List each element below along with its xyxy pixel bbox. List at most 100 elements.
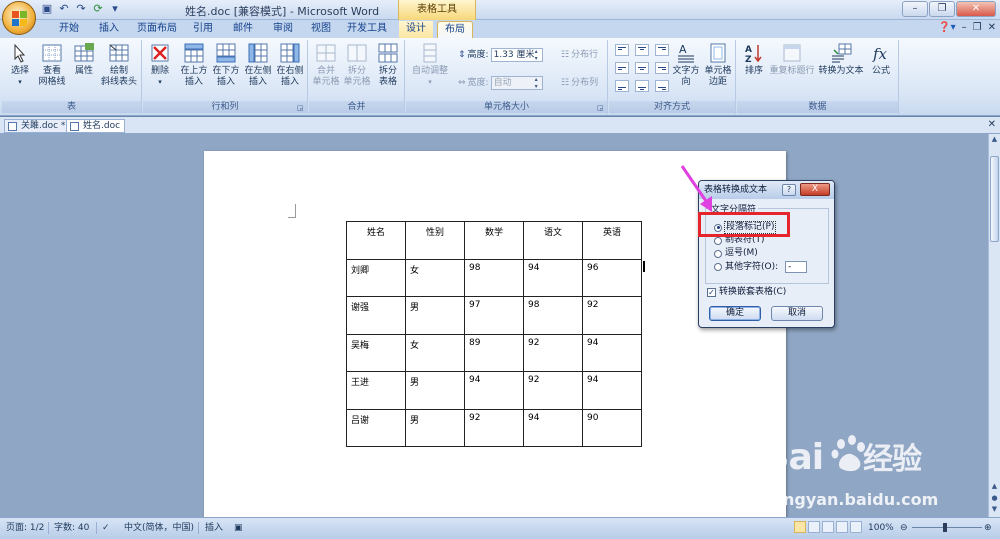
formula-button[interactable]: fx 公式 <box>867 42 895 77</box>
tab-page-layout[interactable]: 页面布局 <box>134 21 180 38</box>
tab-review[interactable]: 审阅 <box>266 21 300 38</box>
tab-view[interactable]: 视图 <box>304 21 338 38</box>
merge-cells-button[interactable]: 合并 单元格 <box>311 42 341 88</box>
tab-mailings[interactable]: 邮件 <box>226 21 260 38</box>
tab-home[interactable]: 开始 <box>52 21 86 38</box>
table-header-cell[interactable]: 数学 <box>464 221 524 260</box>
table-cell[interactable]: 98 <box>464 258 524 297</box>
insert-below-button[interactable]: 在下方 插入 <box>211 42 241 88</box>
split-cells-button[interactable]: 拆分 单元格 <box>342 42 372 88</box>
dialog-close-button[interactable]: X <box>800 183 830 196</box>
help-icon[interactable]: ❓▾ <box>938 22 955 33</box>
redo-icon[interactable]: ↷ <box>74 2 88 16</box>
table-cell[interactable]: 女 <box>405 258 465 297</box>
insert-above-button[interactable]: 在上方 插入 <box>179 42 209 88</box>
tab-layout[interactable]: 布局 <box>437 21 473 38</box>
tab-references[interactable]: 引用 <box>186 21 220 38</box>
print-layout-view-icon[interactable] <box>794 521 806 533</box>
table-cell[interactable]: 96 <box>582 258 642 297</box>
table-header-cell[interactable]: 英语 <box>582 221 642 260</box>
table-cell[interactable]: 吕谢 <box>346 408 406 447</box>
insert-right-button[interactable]: 在右侧 插入 <box>275 42 305 88</box>
insert-left-button[interactable]: 在左侧 插入 <box>243 42 273 88</box>
nested-tables-checkbox[interactable]: ✓ 转换嵌套表格(C) <box>707 287 786 298</box>
delete-button[interactable]: 删除 ▾ <box>147 42 173 88</box>
align-middle-right-icon[interactable] <box>655 62 669 74</box>
height-input[interactable]: 1.33 厘米 <box>490 48 543 62</box>
ribbon-close-icon[interactable]: ✕ <box>988 22 996 33</box>
select-browse-icon[interactable]: ● <box>990 494 999 503</box>
align-bottom-left-icon[interactable] <box>615 80 629 92</box>
close-icon[interactable]: ✕ <box>956 1 996 17</box>
align-top-center-icon[interactable] <box>635 44 649 56</box>
other-char-input[interactable]: - <box>785 261 808 273</box>
table-cell[interactable]: 王进 <box>346 371 406 410</box>
split-table-button[interactable]: 拆分 表格 <box>373 42 403 88</box>
status-page[interactable]: 页面: 1/2 <box>6 521 44 535</box>
cancel-button[interactable]: 取消 <box>771 306 823 321</box>
table-cell[interactable]: 94 <box>582 333 642 372</box>
tab-design[interactable]: 设计 <box>399 21 433 38</box>
table-header-cell[interactable]: 性别 <box>405 221 465 260</box>
zoom-slider-thumb[interactable] <box>943 523 947 532</box>
customize-qat-icon[interactable]: ▾ <box>108 2 122 16</box>
table-cell[interactable]: 92 <box>523 333 583 372</box>
table-cell[interactable]: 女 <box>405 333 465 372</box>
table-cell[interactable]: 谢强 <box>346 296 406 335</box>
prev-page-icon[interactable]: ▲ <box>990 482 999 491</box>
refresh-icon[interactable]: ⟳ <box>91 2 105 16</box>
table-cell[interactable]: 92 <box>582 296 642 335</box>
table-cell[interactable]: 94 <box>464 371 524 410</box>
table-cell[interactable]: 92 <box>523 371 583 410</box>
table-cell[interactable]: 男 <box>405 296 465 335</box>
text-direction-button[interactable]: A 文字方向 <box>669 42 703 88</box>
proofing-icon[interactable]: ✓ <box>102 521 110 535</box>
distribute-cols-button[interactable]: ☷ 分布列 <box>561 76 598 90</box>
align-top-left-icon[interactable] <box>615 44 629 56</box>
scroll-up-icon[interactable]: ▲ <box>990 135 999 144</box>
table-cell[interactable]: 男 <box>405 408 465 447</box>
table-cell[interactable]: 92 <box>464 408 524 447</box>
dialog-help-button[interactable]: ? <box>782 184 796 196</box>
distribute-rows-button[interactable]: ☷ 分布行 <box>561 48 598 62</box>
draft-view-icon[interactable] <box>850 521 862 533</box>
status-insert-mode[interactable]: 插入 <box>205 521 223 535</box>
select-button[interactable]: 选择 ▾ <box>6 42 34 88</box>
table-cell[interactable]: 89 <box>464 333 524 372</box>
table-cell[interactable]: 吴梅 <box>346 333 406 372</box>
zoom-slider[interactable] <box>912 527 982 528</box>
zoom-out-icon[interactable]: ⊖ <box>900 521 908 535</box>
office-button[interactable] <box>2 1 36 35</box>
repeat-header-button[interactable]: 重复标题行 <box>769 42 815 77</box>
cell-margins-button[interactable]: 单元格 边距 <box>702 42 734 88</box>
view-gridlines-button[interactable]: 查看 网格线 <box>36 42 68 88</box>
close-document-icon[interactable]: ✕ <box>988 119 996 130</box>
status-words[interactable]: 字数: 40 <box>54 521 89 535</box>
rows-cols-launcher-icon[interactable]: ◲ <box>297 104 305 112</box>
restore-icon[interactable]: ❐ <box>929 1 955 17</box>
align-bottom-center-icon[interactable] <box>635 80 649 92</box>
table-cell[interactable]: 94 <box>523 408 583 447</box>
cell-size-launcher-icon[interactable]: ◲ <box>597 104 605 112</box>
table-cell[interactable]: 98 <box>523 296 583 335</box>
align-top-right-icon[interactable] <box>655 44 669 56</box>
align-middle-left-icon[interactable] <box>615 62 629 74</box>
status-zoom[interactable]: 100% <box>868 521 894 535</box>
scroll-thumb[interactable] <box>990 156 999 242</box>
status-language[interactable]: 中文(简体，中国) <box>124 521 194 535</box>
doctab-xingming[interactable]: 姓名.doc <box>66 119 126 133</box>
table-cell[interactable]: 94 <box>582 371 642 410</box>
radio-other-char[interactable]: 其他字符(O): - <box>714 261 808 273</box>
properties-button[interactable]: 属性 <box>70 42 98 77</box>
align-middle-center-icon[interactable] <box>635 62 649 74</box>
document-table[interactable]: 姓名 性别 数学 语文 英语 刘卿 女 98 94 96 谢强 男 97 98 … <box>346 221 642 447</box>
tab-developer[interactable]: 开发工具 <box>342 21 392 38</box>
table-cell[interactable]: 90 <box>582 408 642 447</box>
macro-record-icon[interactable]: ▣ <box>234 521 243 535</box>
next-page-icon[interactable]: ▼ <box>990 505 999 514</box>
zoom-in-icon[interactable]: ⊕ <box>984 521 992 535</box>
table-cell[interactable]: 男 <box>405 371 465 410</box>
ribbon-restore-icon[interactable]: ❐ <box>973 22 982 33</box>
save-icon[interactable]: ▣ <box>40 2 54 16</box>
radio-comma[interactable]: 逗号(M) <box>714 248 758 259</box>
